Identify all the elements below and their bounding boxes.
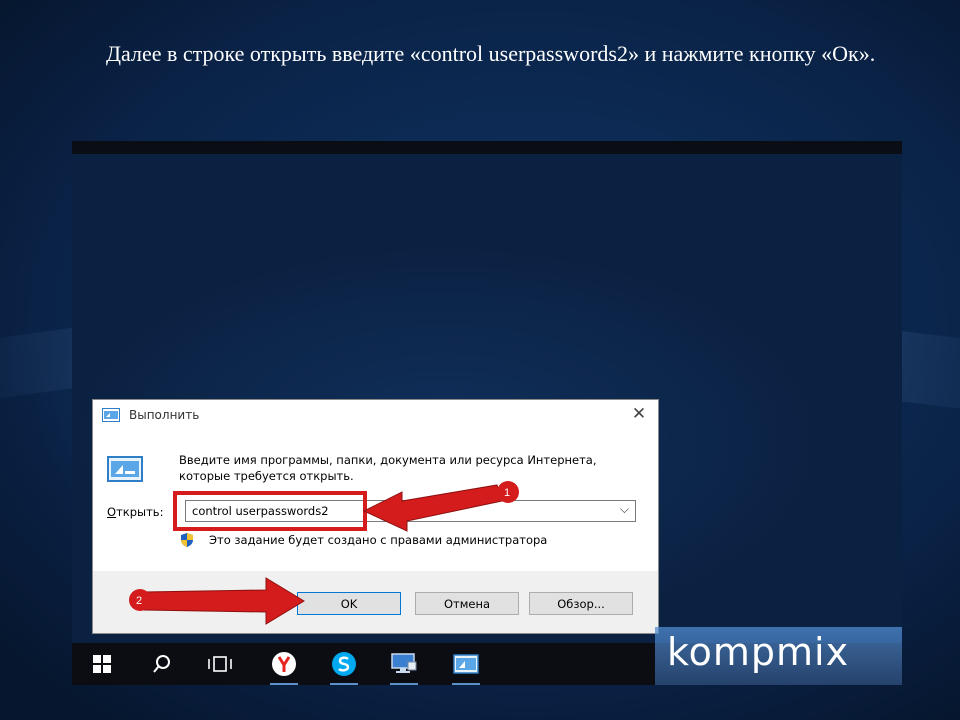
windows-screenshot: Выполнить ✕ Введите имя программы, папки… <box>72 141 902 685</box>
magnifier-icon <box>153 655 170 673</box>
run-dialog: Выполнить ✕ Введите имя программы, папки… <box>92 399 659 634</box>
run-app-icon <box>102 408 120 422</box>
dialog-description: Введите имя программы, папки, документа … <box>179 453 597 483</box>
windows-logo-icon <box>93 655 111 673</box>
search-icon[interactable] <box>142 643 182 685</box>
cancel-button[interactable]: Отмена <box>415 592 519 615</box>
watermark-logo: kompmix <box>655 627 902 685</box>
run-app-icon[interactable] <box>446 643 486 685</box>
ok-button[interactable]: OK <box>297 592 401 615</box>
run-taskbar-icon <box>453 654 479 674</box>
open-label: Открыть: <box>107 505 163 519</box>
dialog-footer: OK Отмена Обзор... <box>93 571 658 633</box>
skype-icon[interactable] <box>324 643 364 685</box>
open-label-accelerator: О <box>107 505 117 519</box>
screenshot-top-edge <box>72 141 902 154</box>
watermark-text: kompmix <box>667 630 850 674</box>
browse-button[interactable]: Обзор... <box>529 592 633 615</box>
instruction-text: Далее в строке открыть введите «control … <box>106 41 876 66</box>
close-icon[interactable]: ✕ <box>630 405 648 423</box>
task-view-glyph-icon <box>208 656 232 672</box>
dialog-titlebar[interactable]: Выполнить ✕ <box>93 400 658 430</box>
computer-monitor-icon <box>391 653 417 673</box>
highlight-box <box>173 491 367 531</box>
run-app-icon <box>107 456 143 482</box>
task-view-icon[interactable] <box>200 643 240 685</box>
network-computer-icon[interactable] <box>384 643 424 685</box>
skype-logo-icon <box>332 652 356 676</box>
open-label-text: ткрыть: <box>116 505 164 519</box>
chevron-down-icon[interactable]: ⌵ <box>620 502 629 517</box>
yandex-logo-icon <box>272 652 296 676</box>
uac-shield-icon <box>181 533 193 547</box>
yandex-browser-icon[interactable] <box>264 643 304 685</box>
windows-start-icon[interactable] <box>82 643 122 685</box>
dialog-title: Выполнить <box>129 408 200 422</box>
admin-note: Это задание будет создано с правами адми… <box>209 533 548 547</box>
